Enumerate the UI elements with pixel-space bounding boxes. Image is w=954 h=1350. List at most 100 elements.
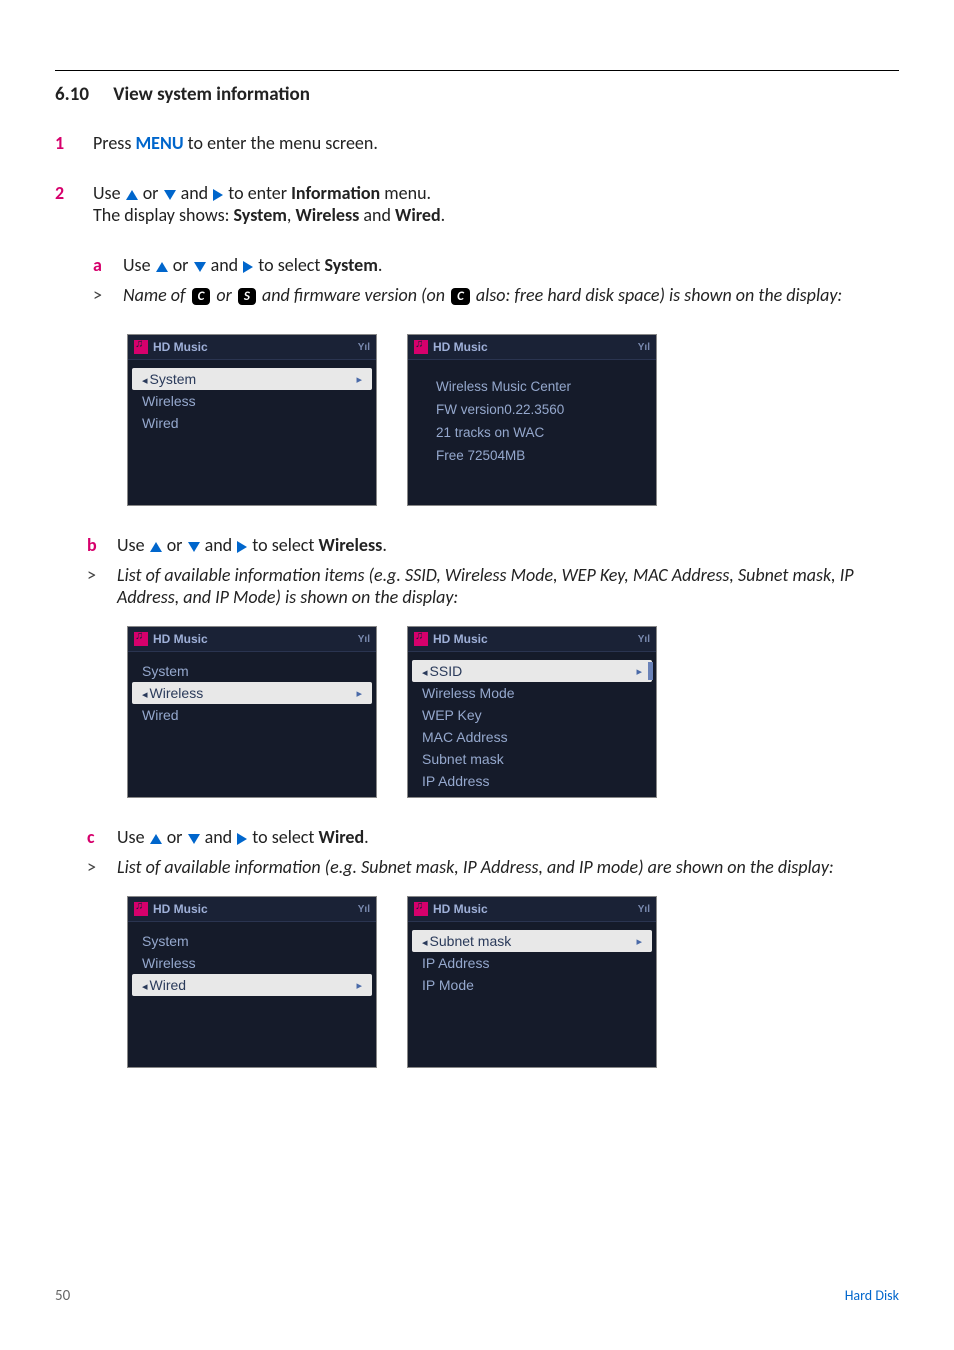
t: and	[177, 182, 213, 204]
c-badge-icon: C	[192, 288, 211, 305]
sub-a-letter: a	[93, 254, 123, 276]
menu-item-system[interactable]: System	[128, 660, 376, 682]
t: Use	[117, 534, 149, 556]
menu-item-ip-address[interactable]: IP Address	[408, 770, 656, 792]
substep-c: c Use or and to select Wired.	[87, 826, 899, 848]
screen-body: ◂Subnet mask▸ IP Address IP Mode	[408, 922, 656, 1067]
t: .	[378, 254, 383, 276]
up-arrow-icon	[156, 262, 168, 272]
signal-icon: Yıl	[358, 904, 370, 915]
menu-item-mac-address[interactable]: MAC Address	[408, 726, 656, 748]
scrollbar-indicator[interactable]	[648, 662, 653, 680]
signal-icon: Yıl	[358, 342, 370, 353]
info-line: FW version0.22.3560	[436, 399, 638, 422]
menu-item-wireless[interactable]: ◂Wireless▸	[132, 682, 372, 704]
menu-item-subnet-mask[interactable]: ◂Subnet mask▸	[412, 930, 652, 952]
result-marker: >	[87, 564, 117, 608]
signal-icon: Yıl	[638, 342, 650, 353]
system-keyword: System	[234, 204, 287, 226]
menu-item-wired[interactable]: Wired	[128, 704, 376, 726]
t: to select	[248, 826, 318, 848]
right-arrow-icon	[213, 189, 223, 201]
up-arrow-icon	[150, 834, 162, 844]
signal-icon: Yıl	[638, 634, 650, 645]
info-line: 21 tracks on WAC	[436, 422, 638, 445]
screen-b-left: HD Music Yıl System ◂Wireless▸ Wired	[127, 626, 377, 798]
step-2-line2: The display shows: System, Wireless and …	[93, 204, 899, 226]
screen-a-left: HD Music Yıl ◂System▸ Wireless Wired	[127, 334, 377, 506]
signal-icon: Yıl	[358, 634, 370, 645]
hd-music-label: HD Music	[433, 902, 488, 916]
screen-header: HD Music Yıl	[128, 335, 376, 360]
music-note-icon	[414, 632, 428, 646]
menu-item-wired[interactable]: ◂Wired▸	[132, 974, 372, 996]
t: also: free hard disk space) is shown on …	[472, 284, 842, 306]
t: and	[359, 204, 395, 226]
t: and firmware version (on	[258, 284, 449, 306]
menu-item-label: IP Address	[422, 773, 489, 789]
screen-c-left: HD Music Yıl System Wireless ◂Wired▸	[127, 896, 377, 1068]
hd-music-label: HD Music	[153, 632, 208, 646]
section-number: 6.10	[55, 83, 89, 106]
screenshot-group-c: HD Music Yıl System Wireless ◂Wired▸ HD …	[127, 896, 899, 1068]
screen-a-right: HD Music Yıl Wireless Music Center FW ve…	[407, 334, 657, 506]
step-1: 1 Press MENU to enter the menu screen.	[55, 132, 899, 154]
section-title-text: View system information	[113, 83, 310, 106]
sub-a-result-body: Name of C or S and firmware version (on …	[123, 284, 899, 306]
menu-item-wep-key[interactable]: WEP Key	[408, 704, 656, 726]
t: and	[207, 254, 243, 276]
sub-a-body: Use or and to select System.	[123, 254, 899, 276]
down-arrow-icon	[188, 542, 200, 552]
up-arrow-icon	[126, 190, 138, 200]
menu-item-label: Subnet mask	[430, 933, 512, 949]
t: or	[163, 534, 187, 556]
music-note-icon	[414, 340, 428, 354]
page-footer: 50 Hard Disk	[55, 1287, 899, 1305]
menu-item-ssid[interactable]: ◂SSID▸	[412, 660, 652, 682]
page-number: 50	[55, 1287, 70, 1305]
t: or	[139, 182, 163, 204]
wired-target: Wired	[319, 826, 365, 848]
menu-item-label: SSID	[430, 663, 463, 679]
system-info-text: Wireless Music Center FW version0.22.356…	[408, 368, 656, 476]
menu-item-subnet-mask[interactable]: Subnet mask	[408, 748, 656, 770]
menu-keyword: MENU	[135, 132, 183, 154]
sub-c-body: Use or and to select Wired.	[117, 826, 899, 848]
screen-body: ◂SSID▸ Wireless Mode WEP Key MAC Address…	[408, 652, 656, 797]
information-keyword: Information	[291, 182, 380, 204]
menu-item-wireless[interactable]: Wireless	[128, 390, 376, 412]
sub-b-body: Use or and to select Wireless.	[117, 534, 899, 556]
result-marker: >	[93, 284, 123, 306]
step-1-body: Press MENU to enter the menu screen.	[93, 132, 899, 154]
menu-item-label: Subnet mask	[422, 751, 504, 767]
screen-body: System ◂Wireless▸ Wired	[128, 652, 376, 797]
menu-item-label: MAC Address	[422, 729, 508, 745]
menu-item-label: Wired	[142, 707, 179, 723]
menu-item-system[interactable]: System	[128, 930, 376, 952]
s-badge-icon: S	[238, 288, 256, 305]
menu-item-label: System	[142, 933, 189, 949]
menu-item-system[interactable]: ◂System▸	[132, 368, 372, 390]
screen-b-right: HD Music Yıl ◂SSID▸ Wireless Mode WEP Ke…	[407, 626, 657, 798]
menu-item-ip-address[interactable]: IP Address	[408, 952, 656, 974]
menu-item-label: IP Mode	[422, 977, 474, 993]
substep-b-result: > List of available information items (e…	[87, 564, 899, 608]
menu-item-wireless-mode[interactable]: Wireless Mode	[408, 682, 656, 704]
t: and	[201, 534, 237, 556]
screen-body: ◂System▸ Wireless Wired	[128, 360, 376, 505]
screen-body: System Wireless ◂Wired▸	[128, 922, 376, 1067]
step-2: 2 Use or and to enter Information menu. …	[55, 182, 899, 306]
menu-item-ip-mode[interactable]: IP Mode	[408, 974, 656, 996]
system-target: System	[325, 254, 378, 276]
sub-c-result-body: List of available information (e.g. Subn…	[117, 856, 899, 878]
sub-b-result-body: List of available information items (e.g…	[117, 564, 899, 608]
menu-item-wired[interactable]: Wired	[128, 412, 376, 434]
menu-item-label: Wireless	[142, 955, 196, 971]
step-1-number: 1	[55, 132, 93, 154]
menu-item-wireless[interactable]: Wireless	[128, 952, 376, 974]
right-arrow-icon	[243, 261, 253, 273]
substep-a: a Use or and to select System.	[93, 254, 899, 276]
music-note-icon	[414, 902, 428, 916]
substep-c-result: > List of available information (e.g. Su…	[87, 856, 899, 878]
signal-icon: Yıl	[638, 904, 650, 915]
